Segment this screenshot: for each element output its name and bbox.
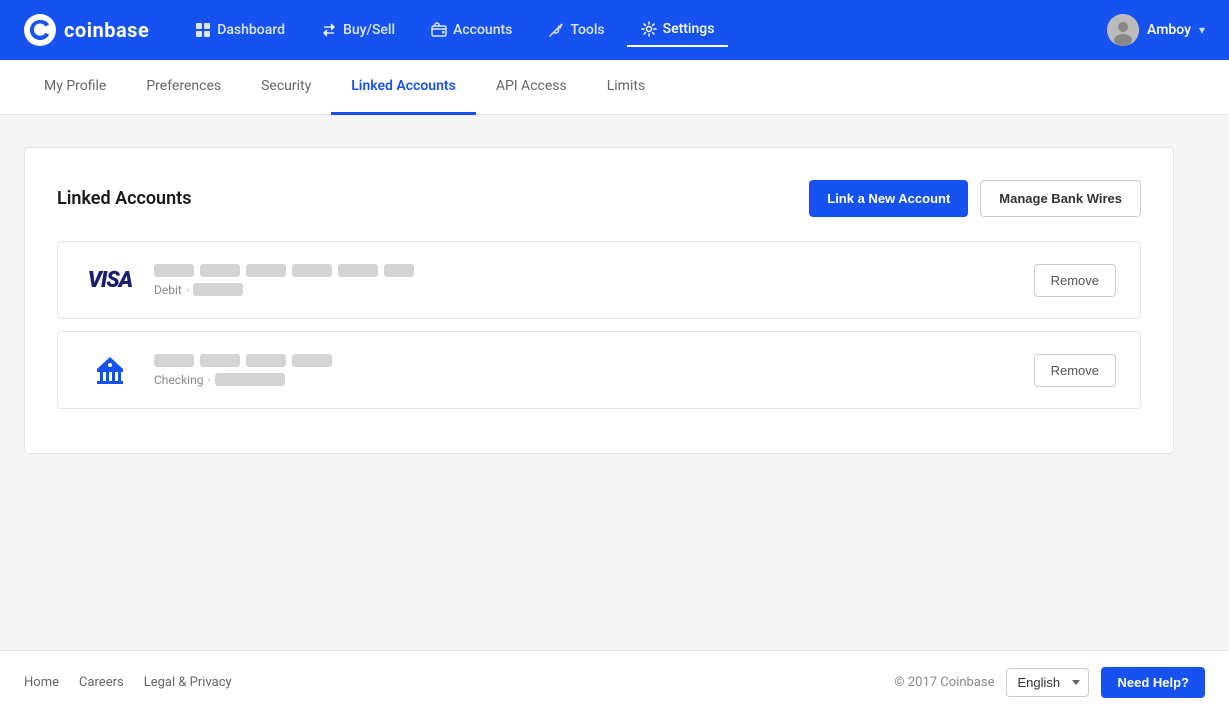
blurred-bank-name-1: [154, 354, 194, 367]
user-chevron-icon: ▾: [1199, 23, 1205, 37]
visa-icon: VISA: [82, 262, 138, 298]
account-type-row: Debit ·: [154, 283, 1034, 297]
account-row: Checking · Remove: [57, 331, 1141, 409]
grid-icon: [195, 22, 211, 38]
arrows-icon: [321, 22, 337, 38]
coinbase-logo-icon: [24, 14, 56, 46]
account-name-row: [154, 354, 1034, 367]
nav-accounts[interactable]: Accounts: [417, 14, 526, 46]
nav-buysell[interactable]: Buy/Sell: [307, 14, 409, 46]
nav-dashboard[interactable]: Dashboard: [181, 14, 299, 46]
avatar-image: [1107, 14, 1139, 46]
account-info: Checking ·: [154, 354, 1034, 387]
top-navigation: coinbase Dashboard Buy/Sell Accounts: [0, 0, 1229, 60]
account-type-label: Debit: [154, 283, 182, 297]
account-name-row: [154, 264, 1034, 277]
remove-visa-button[interactable]: Remove: [1034, 264, 1116, 297]
need-help-button[interactable]: Need Help?: [1101, 667, 1205, 698]
linked-accounts-card: Linked Accounts Link a New Account Manag…: [24, 147, 1174, 454]
copyright-text: © 2017 Coinbase: [894, 675, 994, 690]
remove-bank-button[interactable]: Remove: [1034, 354, 1116, 387]
blurred-bank-name-4: [292, 354, 332, 367]
blurred-name-1: [154, 264, 194, 277]
blurred-name-5: [338, 264, 378, 277]
footer-legal-link[interactable]: Legal & Privacy: [144, 675, 232, 690]
blurred-bank-name-3: [246, 354, 286, 367]
blurred-name-4: [292, 264, 332, 277]
dot-separator: ·: [207, 373, 210, 387]
settings-tabs-bar: My Profile Preferences Security Linked A…: [0, 60, 1229, 115]
dot-separator: ·: [186, 283, 189, 297]
footer: Home Careers Legal & Privacy © 2017 Coin…: [0, 650, 1229, 714]
link-new-account-button[interactable]: Link a New Account: [809, 180, 968, 217]
blurred-name-3: [246, 264, 286, 277]
nav-links: Dashboard Buy/Sell Accounts Tools: [181, 13, 1107, 47]
bank-icon: [82, 352, 138, 388]
logo-text: coinbase: [64, 18, 149, 42]
gear-icon: [641, 21, 657, 37]
blurred-name-2: [200, 264, 240, 277]
tab-linked-accounts[interactable]: Linked Accounts: [331, 60, 476, 115]
card-header: Linked Accounts Link a New Account Manag…: [57, 180, 1141, 217]
footer-right: © 2017 Coinbase English Need Help?: [894, 667, 1205, 698]
tab-preferences[interactable]: Preferences: [126, 60, 241, 115]
tab-security[interactable]: Security: [241, 60, 331, 115]
account-type-row: Checking ·: [154, 373, 1034, 387]
bank-account-type-label: Checking: [154, 373, 203, 387]
blurred-account-number: [193, 283, 243, 296]
nav-settings[interactable]: Settings: [627, 13, 729, 47]
blurred-name-6: [384, 264, 414, 277]
footer-links: Home Careers Legal & Privacy: [24, 675, 232, 690]
tab-my-profile[interactable]: My Profile: [24, 60, 126, 115]
nav-tools[interactable]: Tools: [534, 14, 618, 46]
wallet-icon: [431, 22, 447, 38]
blurred-bank-number: [215, 373, 285, 386]
footer-careers-link[interactable]: Careers: [79, 675, 124, 690]
account-info: Debit ·: [154, 264, 1034, 297]
footer-home-link[interactable]: Home: [24, 675, 59, 690]
username-label: Amboy: [1147, 22, 1191, 38]
avatar: [1107, 14, 1139, 46]
bank-building-icon: [92, 352, 128, 388]
account-row: VISA Debit · Remove: [57, 241, 1141, 319]
language-selector[interactable]: English: [1006, 668, 1089, 697]
tools-icon: [548, 22, 564, 38]
header-buttons: Link a New Account Manage Bank Wires: [809, 180, 1141, 217]
user-menu[interactable]: Amboy ▾: [1107, 14, 1205, 46]
tab-api-access[interactable]: API Access: [476, 60, 587, 115]
tab-limits[interactable]: Limits: [587, 60, 665, 115]
main-content: Linked Accounts Link a New Account Manag…: [0, 115, 1229, 650]
blurred-bank-name-2: [200, 354, 240, 367]
card-title: Linked Accounts: [57, 188, 191, 209]
manage-bank-wires-button[interactable]: Manage Bank Wires: [980, 180, 1141, 217]
logo[interactable]: coinbase: [24, 14, 149, 46]
